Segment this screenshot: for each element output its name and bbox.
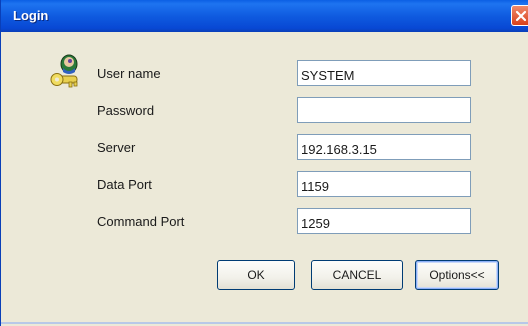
close-button[interactable] bbox=[511, 5, 528, 26]
server-field[interactable] bbox=[297, 134, 471, 160]
title-bar[interactable]: Login bbox=[1, 0, 528, 32]
ok-button[interactable]: OK bbox=[217, 260, 295, 290]
password-label: Password bbox=[97, 103, 155, 118]
bottom-divider bbox=[1, 322, 528, 324]
options-button[interactable]: Options<< bbox=[415, 260, 499, 290]
key-user-icon bbox=[50, 54, 78, 88]
server-label: Server bbox=[97, 140, 136, 155]
data-port-field[interactable] bbox=[297, 171, 471, 197]
cancel-button[interactable]: CANCEL bbox=[311, 260, 403, 290]
username-field[interactable] bbox=[297, 60, 471, 86]
close-icon bbox=[515, 10, 527, 22]
dialog-body: User name Password Server Data Port Comm… bbox=[1, 32, 528, 326]
login-dialog: Login User name Password Server Data Por… bbox=[0, 0, 528, 326]
password-field[interactable] bbox=[297, 97, 471, 123]
username-label: User name bbox=[97, 66, 161, 81]
data-port-label: Data Port bbox=[97, 177, 152, 192]
window-title: Login bbox=[13, 8, 49, 23]
command-port-label: Command Port bbox=[97, 214, 185, 229]
command-port-field[interactable] bbox=[297, 208, 471, 234]
